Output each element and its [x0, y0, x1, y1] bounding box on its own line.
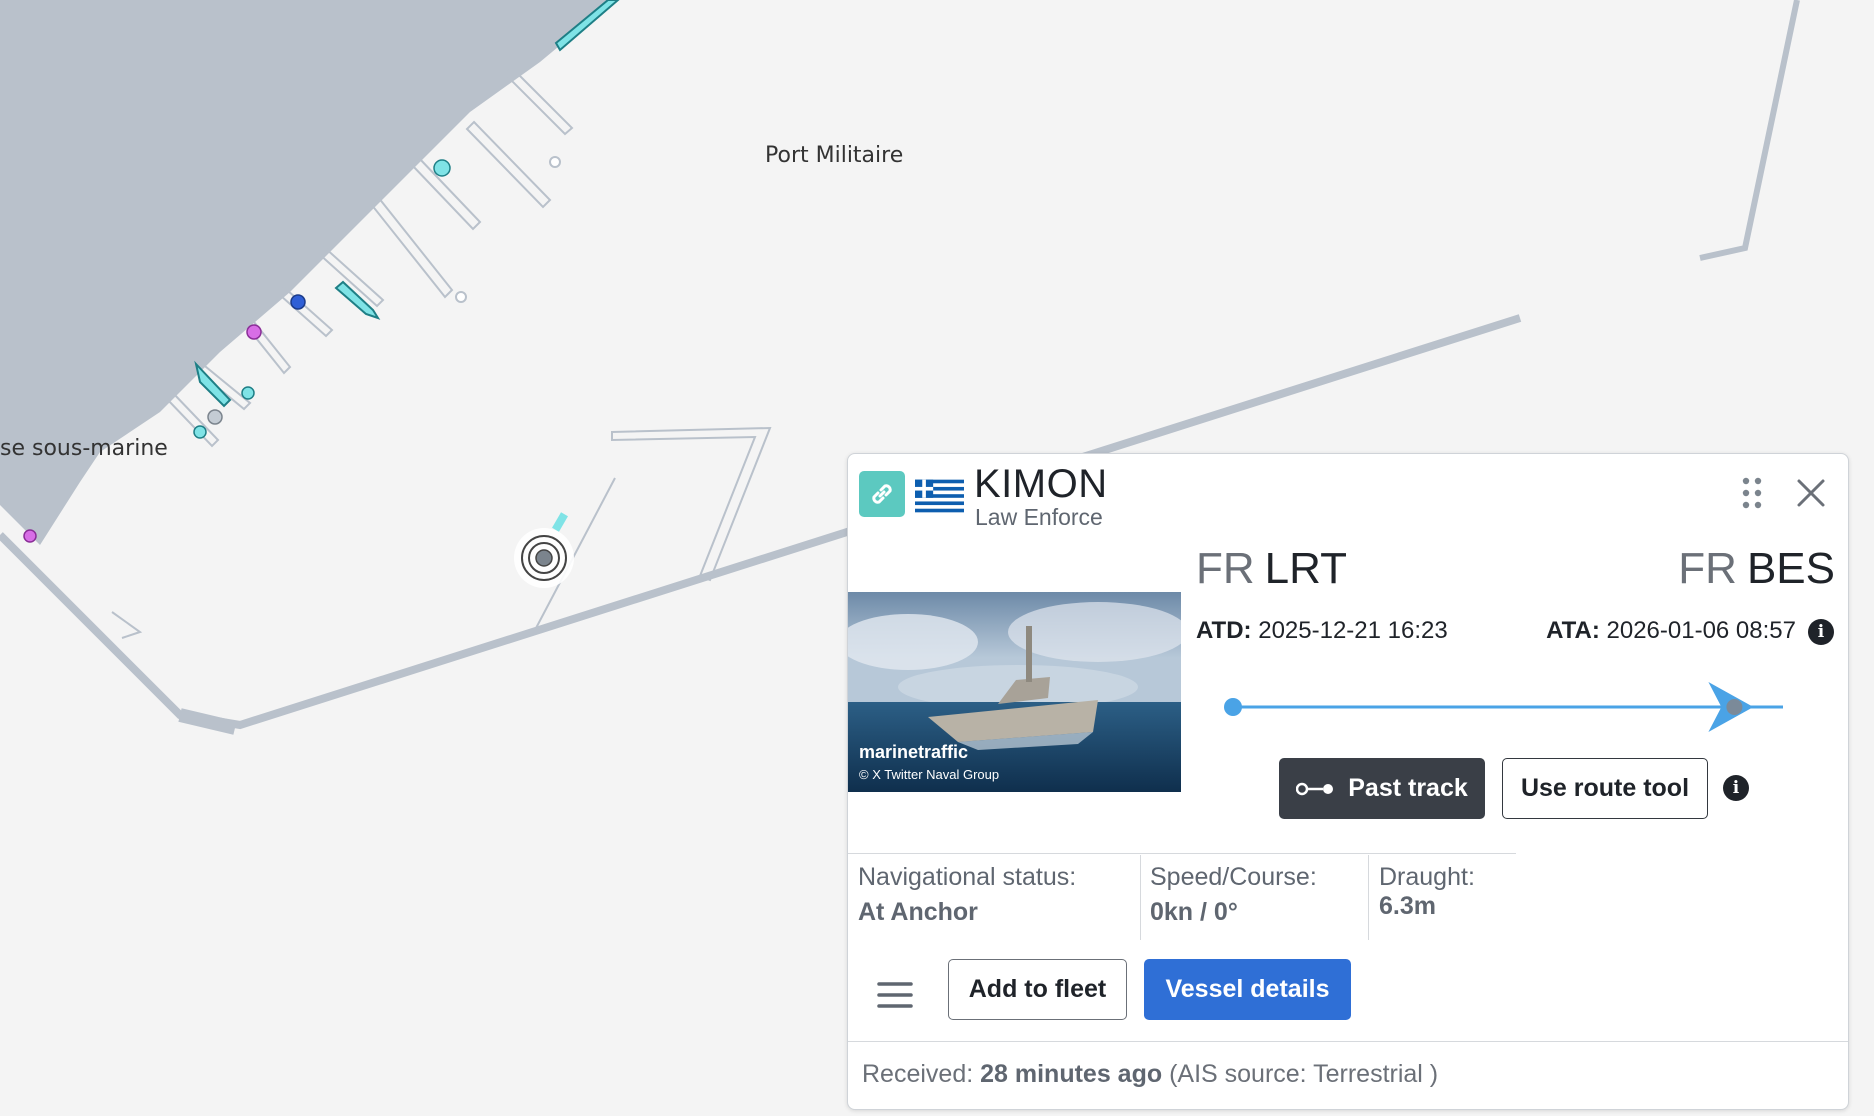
use-route-tool-button[interactable]: Use route tool	[1502, 758, 1708, 819]
add-to-fleet-label: Add to fleet	[968, 975, 1107, 1003]
photo-watermark: marinetraffic	[859, 742, 969, 762]
greece-flag-icon	[915, 479, 964, 513]
route-tool-info-icon[interactable]: i	[1723, 775, 1749, 801]
atd-value: 2025-12-21 16:23	[1258, 617, 1448, 644]
ata-info-icon[interactable]: i	[1808, 619, 1834, 645]
nav-status: Navigational status: At Anchor	[858, 855, 1076, 940]
track-icon	[1296, 782, 1334, 795]
ata-value: 2026-01-06 08:57	[1606, 617, 1797, 644]
destination-port[interactable]: FR BES	[1678, 544, 1835, 594]
origin-port-code: LRT	[1264, 544, 1347, 593]
atd-label: ATD:	[1196, 617, 1252, 644]
selected-vessel-marker[interactable]	[514, 528, 574, 588]
menu-icon[interactable]	[876, 980, 914, 1010]
speed-course-label: Speed/Course:	[1150, 863, 1317, 891]
photo-credit: © X Twitter Naval Group	[859, 767, 1000, 782]
vessel-info-panel: KIMON Law Enforce marinetraffic © X Twit…	[847, 453, 1849, 1110]
close-icon[interactable]	[1796, 478, 1826, 508]
destination-country: FR	[1678, 544, 1737, 593]
vessel-details-button[interactable]: Vessel details	[1144, 959, 1351, 1020]
past-track-label: Past track	[1348, 774, 1468, 802]
speed-course: Speed/Course: 0kn / 0°	[1150, 855, 1317, 940]
route-tool-label: Use route tool	[1520, 774, 1690, 802]
vessel-type: Law Enforce	[975, 504, 1103, 530]
map-label-port-militaire: Port Militaire	[765, 143, 904, 168]
panel-footer: Received: 28 minutes ago (AIS source: Te…	[848, 1041, 1848, 1109]
link-icon[interactable]	[859, 471, 905, 517]
ata: ATA: 2026-01-06 08:57	[1546, 617, 1796, 645]
nav-status-value: At Anchor	[858, 898, 978, 926]
drag-handle-icon[interactable]	[1741, 476, 1763, 510]
nav-status-label: Navigational status:	[858, 863, 1077, 891]
draught: Draught: 6.3m	[1379, 855, 1475, 940]
vessel-photo[interactable]: marinetraffic © X Twitter Naval Group	[848, 592, 1181, 792]
ata-label: ATA:	[1546, 617, 1600, 644]
origin-country: FR	[1196, 544, 1255, 593]
voyage-progress	[1224, 682, 1783, 732]
atd: ATD: 2025-12-21 16:23	[1196, 617, 1448, 645]
destination-port-code: BES	[1746, 544, 1835, 593]
draught-label: Draught:	[1379, 863, 1475, 891]
vessel-details-label: Vessel details	[1165, 975, 1330, 1003]
speed-course-value: 0kn / 0°	[1150, 898, 1238, 926]
map-label-base-sous-marine: se sous-marine	[0, 436, 168, 461]
past-track-button[interactable]: Past track	[1279, 758, 1485, 819]
received-value: 28 minutes ago	[980, 1060, 1163, 1088]
add-to-fleet-button[interactable]: Add to fleet	[948, 959, 1127, 1020]
origin-port[interactable]: FR LRT	[1196, 544, 1347, 594]
received-info: Received: 28 minutes ago (AIS source: Te…	[862, 1060, 1438, 1089]
draught-value: 6.3m	[1379, 892, 1436, 920]
stats-divider	[848, 853, 1516, 854]
ais-source: (AIS source: Terrestrial )	[1169, 1060, 1439, 1088]
received-label: Received:	[862, 1060, 974, 1088]
vessel-name: KIMON	[974, 462, 1108, 506]
